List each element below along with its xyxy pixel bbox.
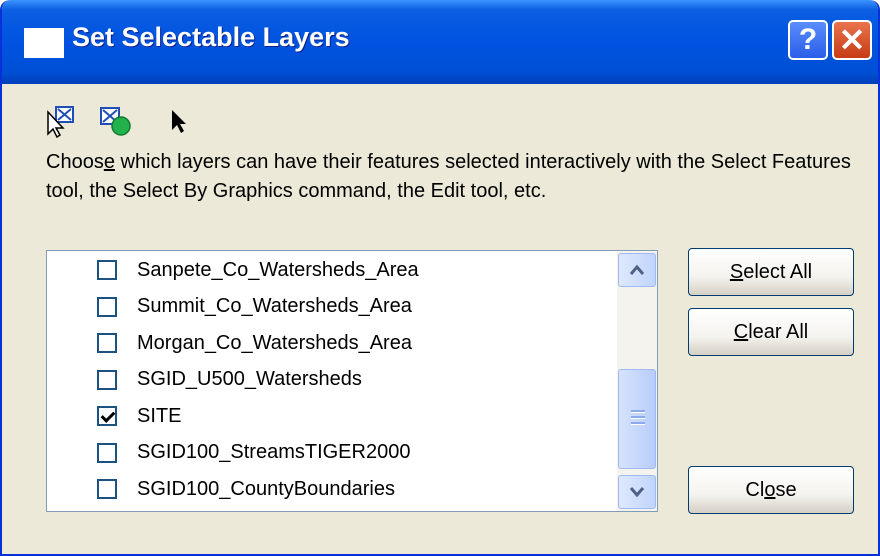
- select-features-arrow-icon: [47, 106, 74, 138]
- layer-checkbox[interactable]: [97, 406, 117, 426]
- layer-list-item[interactable]: SGID_U500_Watersheds: [97, 363, 362, 397]
- layer-checkbox[interactable]: [97, 442, 117, 463]
- layer-checkbox[interactable]: [97, 369, 117, 390]
- window-icon: [24, 28, 64, 58]
- scroll-thumb[interactable]: [618, 369, 656, 469]
- help-button[interactable]: ?: [788, 20, 828, 60]
- scroll-down-button[interactable]: [618, 475, 656, 509]
- layer-list-item[interactable]: SITE: [97, 399, 181, 433]
- close-window-button[interactable]: ✕: [832, 20, 872, 60]
- vertical-scrollbar[interactable]: [617, 251, 657, 511]
- chevron-down-icon: [629, 487, 645, 498]
- layer-list-item[interactable]: SGID100_StreamsTIGER2000: [97, 436, 410, 470]
- thumb-grip: [631, 410, 645, 413]
- thumb-grip: [631, 416, 645, 419]
- layer-label: Morgan_Co_Watersheds_Area: [137, 331, 412, 354]
- select-all-button[interactable]: Select All: [688, 248, 854, 296]
- layer-checkbox[interactable]: [97, 479, 117, 499]
- layer-list-item[interactable]: SGID100_CountyBoundaries: [97, 472, 395, 506]
- pointer-arrow-icon: [172, 110, 186, 133]
- clear-all-button[interactable]: Clear All: [688, 308, 854, 356]
- dialog-window: Set Selectable Layers ? ✕ Choose which l…: [0, 0, 880, 556]
- layer-label: SGID_U500_Watersheds: [137, 368, 362, 390]
- title-bar[interactable]: Set Selectable Layers ? ✕: [2, 0, 878, 84]
- layer-list-item[interactable]: Morgan_Co_Watersheds_Area: [97, 326, 412, 360]
- layer-label: SGID100_CountyBoundaries: [137, 477, 395, 500]
- close-button[interactable]: Cl o se: [688, 466, 854, 514]
- layer-label: SGID100_StreamsTIGER2000: [137, 441, 411, 463]
- description-text: Choose which layers can have their featu…: [46, 151, 851, 202]
- layer-checkbox[interactable]: [97, 296, 117, 317]
- layer-list-item[interactable]: Sanpete_Co_Watersheds_Area: [97, 253, 419, 287]
- layer-list-item[interactable]: Summit_Co_Watersheds_Area: [97, 290, 412, 324]
- window-title: Set Selectable Layers: [72, 22, 350, 52]
- layer-label: Summit_Co_Watersheds_Area: [137, 295, 412, 317]
- layer-checkbox[interactable]: [97, 260, 117, 280]
- layer-checkbox[interactable]: [97, 333, 117, 353]
- layers-listbox[interactable]: Sanpete_Co_Watersheds_Area Summit_Co_Wate…: [46, 250, 658, 512]
- layer-label: SITE: [137, 404, 182, 427]
- scroll-up-button[interactable]: [618, 253, 656, 287]
- chevron-up-icon: [629, 264, 645, 275]
- select-by-graphics-icon: [100, 107, 131, 136]
- layer-label: Sanpete_Co_Watersheds_Area: [137, 258, 419, 281]
- thumb-grip: [631, 422, 645, 425]
